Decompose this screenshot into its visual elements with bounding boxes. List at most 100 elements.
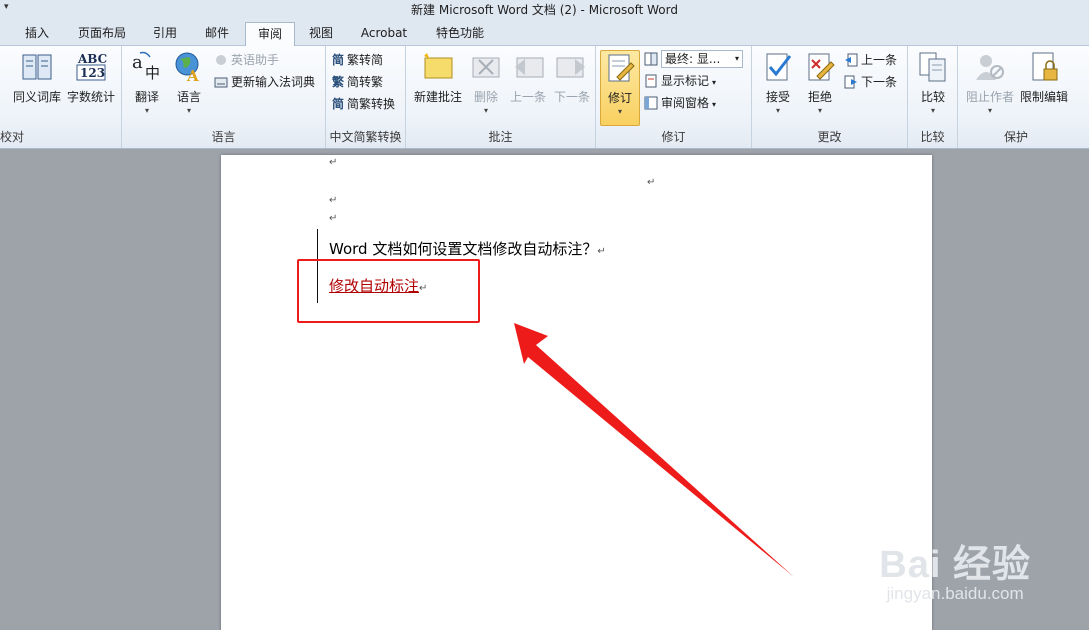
- english-assistant-button[interactable]: 英语助手: [214, 50, 279, 70]
- delete-comment-icon: [469, 50, 503, 84]
- group-protect: 阻止作者 ▾ 限制编辑 保护: [958, 46, 1074, 148]
- group-comments: 新建批注 删除 ▾ 上一条 下一条 批注: [406, 46, 596, 148]
- restrict-editing-label: 限制编辑: [1019, 90, 1068, 104]
- language-label: 语言: [176, 90, 201, 104]
- group-tracking: 修订 ▾ 最终: 显... ▾ 显示标记 ▾ 审阅窗格 ▾ 修订: [596, 46, 752, 148]
- new-comment-label: 新建批注: [413, 90, 462, 104]
- group-label-chinese-conversion: 中文简繁转换: [329, 130, 402, 144]
- translate-button[interactable]: a中 翻译 ▾: [126, 50, 168, 115]
- trad-to-simp-label: 繁转简: [347, 53, 384, 67]
- compare-dropdown-icon: ▾: [930, 106, 935, 115]
- display-for-review-chevron-icon: ▾: [734, 54, 739, 63]
- show-markup-label: 显示标记: [661, 74, 710, 88]
- display-for-review-icon: [644, 52, 658, 66]
- block-authors-button[interactable]: 阻止作者 ▾: [962, 50, 1018, 115]
- show-markup-button[interactable]: 显示标记 ▾: [644, 71, 716, 91]
- tab-page-layout[interactable]: 页面布局: [70, 22, 134, 46]
- chinese-conversion-label: 简繁转换: [347, 97, 396, 111]
- group-label-compare: 比较: [920, 130, 945, 144]
- translate-label: 翻译: [134, 90, 159, 104]
- word-count-button[interactable]: ABC 123 字数统计: [64, 50, 118, 105]
- update-ime-dictionary-label: 更新输入法词典: [231, 75, 316, 89]
- prev-comment-label: 上一条: [509, 90, 546, 104]
- lock-document-icon: [1027, 50, 1061, 84]
- ribbon: 同义词库 ABC123 字数统计 校对 a中 翻译 ▾ A 语言 ▾ 英语助手: [0, 46, 1089, 149]
- compare-label: 比较: [920, 90, 945, 104]
- trad-to-simp-icon: 简: [332, 53, 345, 67]
- display-for-review-value: 最终: 显...: [661, 50, 743, 68]
- group-compare: 比较 ▾ 比较: [908, 46, 958, 148]
- trad-to-simp-button[interactable]: 简繁转简: [332, 50, 383, 70]
- next-comment-icon: [555, 50, 589, 84]
- track-changes-dropdown-icon: ▾: [617, 107, 622, 116]
- chinese-conversion-icon: 简: [332, 97, 345, 111]
- thesaurus-button[interactable]: 同义词库: [10, 50, 64, 105]
- prev-comment-button[interactable]: 上一条: [506, 50, 550, 105]
- update-ime-dictionary-button[interactable]: 更新输入法词典: [214, 72, 315, 92]
- accept-button[interactable]: 接受 ▾: [756, 50, 800, 115]
- display-for-review-dropdown[interactable]: 最终: 显... ▾: [644, 49, 743, 69]
- group-label-language: 语言: [211, 130, 236, 144]
- reject-dropdown-icon: ▾: [817, 106, 822, 115]
- watermark: Bai 经验 jingyan.baidu.com: [879, 533, 1031, 604]
- book-icon: [20, 50, 54, 84]
- reviewing-pane-label: 审阅窗格: [661, 96, 710, 110]
- compare-icon: [916, 50, 950, 84]
- group-label-tracking: 修订: [661, 130, 686, 144]
- english-assistant-icon: [214, 53, 228, 67]
- svg-text:A: A: [186, 67, 199, 84]
- next-comment-button[interactable]: 下一条: [550, 50, 594, 105]
- new-comment-icon: [421, 50, 455, 84]
- document-area: ↵ ↵ ↵ ↵ Word 文档如何设置文档修改自动标注？↵ 修改自动标注↵ Ba…: [0, 149, 1089, 630]
- translate-dropdown-icon: ▾: [144, 106, 149, 115]
- svg-text:ABC: ABC: [77, 52, 107, 66]
- tab-insert[interactable]: 插入: [18, 22, 56, 46]
- tab-acrobat[interactable]: Acrobat: [352, 22, 416, 46]
- next-comment-label: 下一条: [553, 90, 590, 104]
- group-language: a中 翻译 ▾ A 语言 ▾ 英语助手 更新输入法词典 语言: [122, 46, 326, 148]
- keyboard-icon: [214, 75, 228, 89]
- watermark-brand: Bai 经验: [879, 544, 1031, 586]
- next-change-icon: [844, 75, 858, 89]
- group-chinese-conversion: 简繁转简 繁简转繁 简简繁转换 中文简繁转换: [326, 46, 406, 148]
- block-authors-icon: [973, 50, 1007, 84]
- next-change-button[interactable]: 下一条: [844, 72, 897, 92]
- accept-icon: [761, 50, 795, 84]
- tab-view[interactable]: 视图: [302, 22, 340, 46]
- block-authors-label: 阻止作者: [965, 90, 1014, 104]
- language-button[interactable]: A 语言 ▾: [168, 50, 210, 115]
- title-bar: ▾ 新建 Microsoft Word 文档 (2) - Microsoft W…: [0, 0, 1089, 18]
- reject-label: 拒绝: [807, 90, 832, 104]
- prev-comment-icon: [511, 50, 545, 84]
- window-title: 新建 Microsoft Word 文档 (2) - Microsoft Wor…: [411, 3, 678, 17]
- track-changes-icon: [603, 51, 637, 85]
- delete-comment-label: 删除: [473, 90, 498, 104]
- translate-icon: a中: [130, 50, 164, 84]
- next-change-label: 下一条: [861, 75, 898, 89]
- track-changes-button[interactable]: 修订 ▾: [600, 50, 640, 126]
- reject-icon: [803, 50, 837, 84]
- block-authors-dropdown-icon: ▾: [987, 106, 992, 115]
- reject-button[interactable]: 拒绝 ▾: [800, 50, 840, 115]
- tab-references[interactable]: 引用: [146, 22, 184, 46]
- group-changes: 接受 ▾ 拒绝 ▾ 上一条 下一条 更改: [752, 46, 908, 148]
- prev-change-icon: [844, 53, 858, 67]
- tab-review[interactable]: 审阅: [245, 22, 295, 47]
- word-count-label: 字数统计: [66, 90, 115, 104]
- simp-to-trad-button[interactable]: 繁简转繁: [332, 72, 383, 92]
- tab-mailings[interactable]: 邮件: [198, 22, 236, 46]
- reviewing-pane-button[interactable]: 审阅窗格 ▾: [644, 93, 716, 113]
- restrict-editing-button[interactable]: 限制编辑: [1016, 50, 1072, 105]
- delete-comment-button[interactable]: 删除 ▾: [466, 50, 506, 115]
- chinese-conversion-button[interactable]: 简简繁转换: [332, 94, 395, 114]
- ribbon-tab-bar: 插入 页面布局 引用 邮件 审阅 视图 Acrobat 特色功能: [0, 18, 1089, 47]
- tab-special-features[interactable]: 特色功能: [428, 22, 492, 46]
- prev-change-button[interactable]: 上一条: [844, 50, 897, 70]
- new-comment-button[interactable]: 新建批注: [410, 50, 466, 105]
- svg-text:a: a: [132, 52, 143, 73]
- show-markup-dropdown-icon: ▾: [712, 78, 717, 87]
- group-label-comments: 批注: [488, 130, 513, 144]
- abc-123-icon: ABC 123: [74, 50, 108, 84]
- group-label-protect: 保护: [1003, 130, 1028, 144]
- compare-button[interactable]: 比较 ▾: [912, 50, 954, 115]
